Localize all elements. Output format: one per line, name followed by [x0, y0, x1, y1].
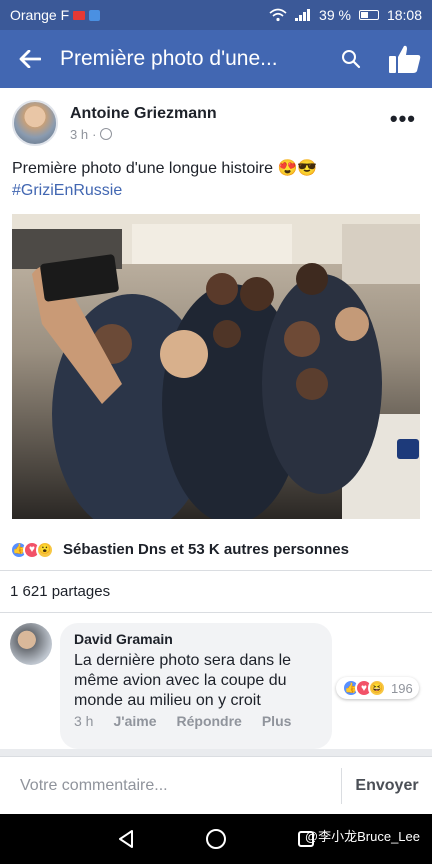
wifi-icon [269, 8, 287, 22]
battery-icon [358, 10, 379, 20]
carrier-label: Orange F [10, 7, 70, 23]
comment-time: 3 h [74, 713, 94, 729]
comment-composer: Envoyer [0, 756, 432, 815]
app-bar: Première photo d'une... [0, 30, 432, 88]
page-title: Première photo d'une... [60, 47, 278, 70]
author-avatar[interactable] [12, 100, 58, 146]
clock: 18:08 [386, 7, 422, 23]
post-text: Première photo d'une longue histoire 😍😎 [12, 160, 318, 177]
post-header: Antoine Griezmann 3 h · ••• [0, 88, 432, 158]
post-time[interactable]: 3 h [70, 127, 88, 142]
nav-home-button[interactable] [205, 828, 227, 850]
haha-reaction-icon: 😆 [368, 679, 386, 697]
shares-count[interactable]: 1 621 partages [0, 571, 432, 613]
send-button[interactable]: Envoyer [342, 777, 432, 795]
battery-percent: 39 % [319, 7, 351, 23]
watermark: @李小龙Bruce_Lee [304, 829, 420, 844]
status-bar: Orange F 39 % 18:08 [0, 0, 432, 30]
triangle-back-icon [119, 830, 133, 848]
globe-icon [100, 128, 113, 140]
search-icon [342, 50, 361, 69]
system-nav-bar: @李小龙Bruce_Lee [0, 814, 432, 864]
photo-icon [12, 214, 420, 519]
reactions-text: Sébastien Dns et 53 K autres personnes [63, 541, 349, 558]
comment-reaction-count: 196 [391, 680, 413, 696]
thumbs-up-icon [389, 45, 421, 73]
like-page-button[interactable] [378, 30, 432, 88]
commenter-name[interactable]: David Gramain [74, 631, 318, 647]
hashtag-link[interactable]: #GriziEnRussie [12, 180, 420, 202]
commenter-avatar[interactable] [10, 623, 52, 665]
flag-icon [73, 10, 86, 20]
search-button[interactable] [324, 30, 378, 88]
signal-icon [295, 9, 311, 21]
wow-reaction-icon: 😮 [36, 540, 54, 559]
comment: David Gramain La dernière photo sera dan… [0, 613, 432, 749]
back-button[interactable] [0, 50, 60, 68]
arrow-left-icon [19, 50, 41, 68]
reactions-summary[interactable]: 👍 ♥ 😮 Sébastien Dns et 53 K autres perso… [0, 529, 432, 571]
comment-more-button[interactable]: Plus [262, 713, 292, 729]
nav-back-button[interactable] [117, 829, 135, 849]
comment-reactions[interactable]: 👍 ♥ 😆 196 [336, 677, 419, 699]
author-name[interactable]: Antoine Griezmann [70, 105, 217, 123]
post-photo[interactable] [12, 214, 420, 519]
comment-reply-button[interactable]: Répondre [177, 713, 242, 729]
circle-home-icon [206, 829, 226, 849]
post-card: Antoine Griezmann 3 h · ••• Première pho… [0, 88, 432, 749]
comment-like-button[interactable]: J'aime [113, 713, 156, 729]
more-options-button[interactable]: ••• [390, 106, 416, 132]
comment-text: La dernière photo sera dans le même avio… [74, 652, 292, 709]
comment-bubble: David Gramain La dernière photo sera dan… [60, 623, 332, 749]
carrier: Orange F [10, 7, 101, 23]
shield-icon [89, 9, 101, 21]
comment-input[interactable] [0, 756, 341, 815]
